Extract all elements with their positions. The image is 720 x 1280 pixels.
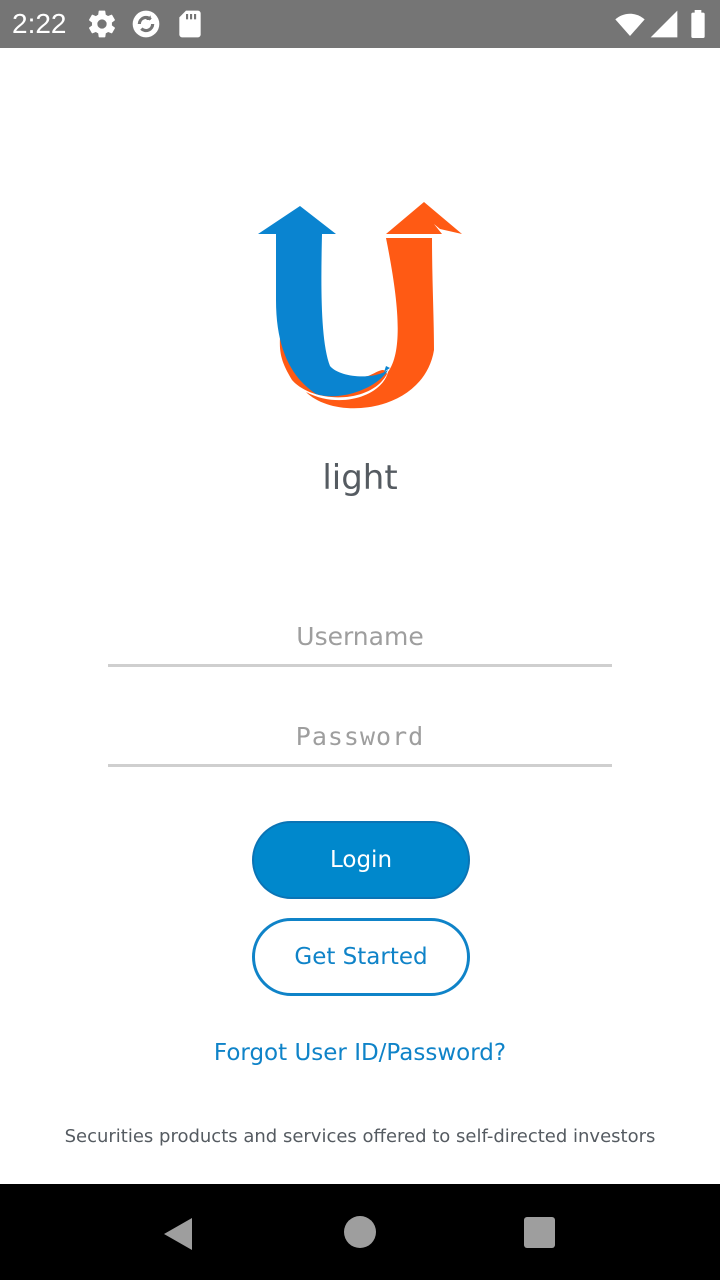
login-button[interactable]: Login: [252, 821, 470, 899]
securities-disclaimer: Securities products and services offered…: [64, 1126, 656, 1147]
wifi-icon: [615, 13, 645, 36]
gear-icon: [89, 10, 115, 38]
get-started-button[interactable]: Get Started: [252, 918, 470, 996]
status-time: 2:22: [12, 8, 67, 39]
forgot-credentials-link[interactable]: Forgot User ID/Password?: [0, 1040, 720, 1066]
back-icon[interactable]: [160, 1216, 196, 1252]
password-input[interactable]: [108, 708, 612, 767]
logo: [258, 202, 462, 409]
sync-icon: [132, 10, 160, 38]
recents-icon[interactable]: [524, 1217, 555, 1248]
signal-icon: [650, 10, 678, 38]
get-started-button-label: Get Started: [294, 944, 428, 970]
status-bar: 2:22: [0, 0, 720, 48]
navigation-bar: [0, 1184, 720, 1280]
sd-card-icon: [179, 10, 201, 38]
username-input[interactable]: [108, 608, 612, 667]
brand-name: light: [322, 458, 398, 498]
home-icon[interactable]: [344, 1216, 376, 1248]
battery-icon: [691, 10, 705, 38]
login-button-label: Login: [329, 847, 393, 873]
